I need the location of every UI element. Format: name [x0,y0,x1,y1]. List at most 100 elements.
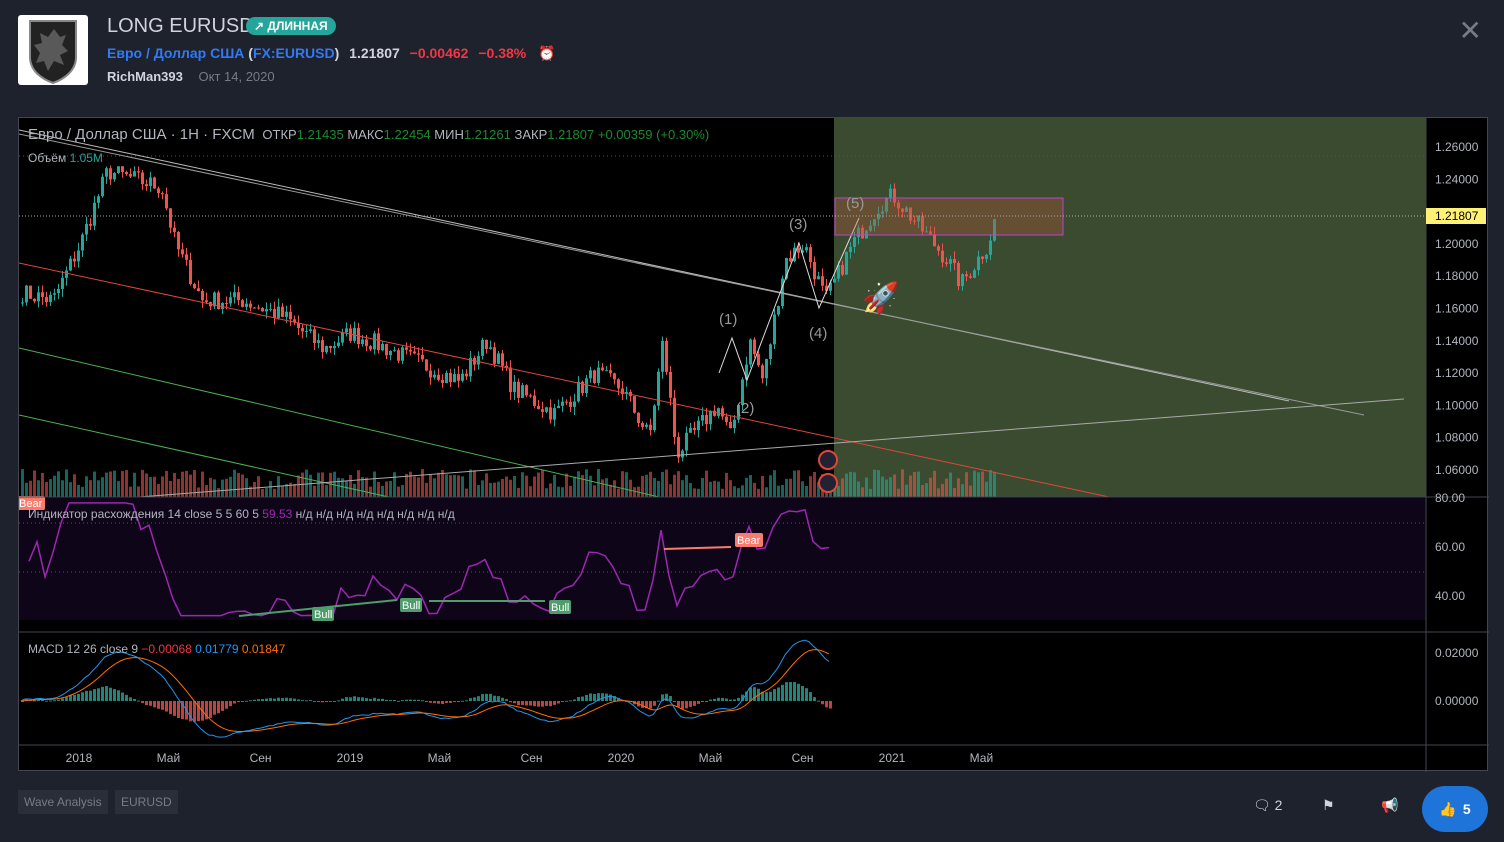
macd-histogram-bar [297,699,300,701]
candle-body [961,274,964,287]
rsi-na-values: н/д н/д н/д н/д н/д н/д н/д н/д [295,507,455,521]
thumbs-up-icon: 👍 [1439,800,1457,817]
volume-bar [529,486,532,497]
volume-bar [281,485,284,497]
volume-bar [633,487,636,497]
volume-bar [837,485,840,497]
candle-body [889,188,892,198]
macd-histogram-bar [789,682,792,701]
candle-body [185,254,188,260]
candle-body [273,309,276,319]
us-event-icon[interactable] [818,473,838,493]
like-button[interactable]: 👍 5 [1422,786,1488,832]
eu-event-icon[interactable] [818,450,838,470]
volume-bar [717,481,720,497]
candle-body [37,292,40,302]
wave-label: (2) [736,400,754,417]
macd-histogram-bar [677,701,680,707]
candle-body [533,395,536,406]
candle-body [193,284,196,289]
volume-bar [913,472,916,497]
chart-canvas[interactable]: (1) (2) (3) (4) (5) 🚀 BearBullBullBearBu… [17,118,1489,772]
volume-bar [41,472,44,497]
candle-body [445,372,448,384]
macd-histogram-bar [589,693,592,701]
volume-bar [225,478,228,497]
macd-histogram-bar [561,701,564,702]
candle-body [165,194,168,209]
macd-histogram-bar [113,689,116,701]
candle-body [677,436,680,458]
author-name[interactable]: RichMan393 [107,69,183,84]
volume-bar [273,488,276,497]
time-tick: 2018 [66,751,93,765]
volume-bar [537,472,540,497]
candle-body [381,344,384,351]
macd-histogram-bar [697,701,700,704]
rsi-tick: 80.00 [1435,491,1465,505]
macd-histogram-bar [309,700,312,702]
candle-body [437,374,440,380]
rocket-icon: 🚀 [862,280,899,315]
volume-bar [61,480,64,497]
volume-bar [161,476,164,497]
candle-body [393,350,396,352]
volume-bar [553,474,556,497]
author-avatar[interactable] [18,15,88,85]
volume-bar [565,473,568,497]
price-tick: 1.26000 [1435,140,1479,154]
macd-histogram-bar [261,699,264,701]
candle-body [849,246,852,253]
volume-bar [705,470,708,497]
macd-histogram-bar [41,700,44,702]
time-tick: Май [699,751,723,765]
volume-bar [921,484,924,497]
symbol-code-link[interactable]: FX:EURUSD [253,45,335,61]
tag-eurusd[interactable]: EURUSD [115,790,178,814]
share-megaphone-icon[interactable]: 📢 [1381,797,1398,814]
candle-body [805,247,808,251]
macd-histogram-bar [89,690,92,701]
volume-bar [745,477,748,497]
candle-body [601,367,604,371]
volume-bar [113,470,116,497]
volume-bar [53,475,56,497]
comments-button[interactable]: 🗨 2 [1253,797,1282,814]
report-flag-icon[interactable]: ⚑ [1322,797,1335,814]
volume-bar [733,486,736,497]
candle-body [417,353,420,355]
candle-body [177,231,180,250]
macd-histogram-bar [569,700,572,702]
volume-bar [893,474,896,497]
macd-histogram-bar [157,701,160,709]
tag-wave-analysis[interactable]: Wave Analysis [18,790,108,814]
macd-histogram-bar [469,698,472,701]
candle-body [457,374,460,381]
time-tick: 2019 [337,751,364,765]
chart-container[interactable]: (1) (2) (3) (4) (5) 🚀 Bear Bull Bull Bear Bu… [17,117,1489,772]
volume-bar [309,474,312,497]
close-icon[interactable]: ✕ [1459,14,1482,47]
price-change-pct: −0.38% [478,45,527,61]
add-alert-icon[interactable]: ⏰ [538,45,555,61]
volume-bar [757,488,760,497]
price-tick: 1.12000 [1435,366,1479,380]
candle-body [89,223,92,226]
macd-histogram-bar [673,701,676,702]
macd-histogram-bar [781,684,784,701]
candle-body [521,385,524,398]
candle-body [281,306,284,317]
symbol-name-link[interactable]: Евро / Доллар США [107,45,244,61]
macd-histogram-bar [225,701,228,709]
macd-histogram-bar [193,701,196,722]
candle-body [181,249,184,255]
macd-histogram-bar [817,700,820,702]
rsi-value: 59.53 [262,507,293,521]
volume-bar [21,469,24,497]
candle-body [385,344,388,356]
candle-body [789,258,792,262]
macd-histogram-bar [173,701,176,716]
time-tick: Сен [521,751,543,765]
volume-bar [329,472,332,497]
macd-histogram-bar [265,698,268,701]
